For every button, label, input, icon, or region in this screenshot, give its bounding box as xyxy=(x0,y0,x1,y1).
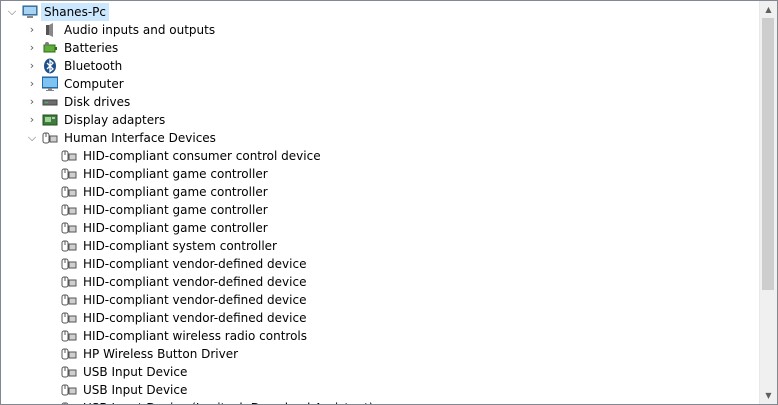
chevron-right-icon[interactable]: › xyxy=(26,93,38,111)
bluetooth-icon xyxy=(42,58,58,74)
chevron-down-icon[interactable]: ⌵ xyxy=(26,129,38,147)
device-manager-tree-view[interactable]: ⌵ Shanes-Pc › Audio inputs and outputs ›… xyxy=(0,0,778,405)
tree-device-label: USB Input Device (Logitech Download Assi… xyxy=(80,399,377,404)
chevron-down-icon[interactable]: ⌵ xyxy=(6,3,18,21)
hid-icon xyxy=(61,256,77,272)
hid-icon xyxy=(61,238,77,254)
hid-icon xyxy=(61,364,77,380)
chevron-right-icon[interactable]: › xyxy=(26,21,38,39)
tree-device-label: HID-compliant system controller xyxy=(83,239,277,253)
tree-category-computer[interactable]: › Computer xyxy=(1,75,760,93)
hid-icon xyxy=(61,328,77,344)
hid-icon xyxy=(61,184,77,200)
tree-device-item[interactable]: HID-compliant system controller xyxy=(1,237,760,255)
tree-device-item[interactable]: HID-compliant consumer control device xyxy=(1,147,760,165)
tree-device-item[interactable]: USB Input Device xyxy=(1,363,760,381)
hid-icon xyxy=(61,274,77,290)
tree-category-label: Human Interface Devices xyxy=(64,131,216,145)
tree-root-label: Shanes-Pc xyxy=(41,3,109,21)
tree-category-label: Display adapters xyxy=(64,113,166,127)
tree-category-label: Batteries xyxy=(64,41,119,55)
tree-device-label: HID-compliant game controller xyxy=(83,203,268,217)
tree-device-label: HID-compliant vendor-defined device xyxy=(83,311,307,325)
tree-device-label: USB Input Device xyxy=(83,383,188,397)
tree-device-label: HID-compliant vendor-defined device xyxy=(83,275,307,289)
battery-icon xyxy=(42,40,58,56)
tree-device-item[interactable]: HID-compliant vendor-defined device xyxy=(1,255,760,273)
hid-icon xyxy=(61,220,77,236)
tree-category-batteries[interactable]: › Batteries xyxy=(1,39,760,57)
chevron-right-icon[interactable]: › xyxy=(26,57,38,75)
tree-device-label: USB Input Device xyxy=(83,365,188,379)
hid-icon xyxy=(61,148,77,164)
tree-device-label: HID-compliant wireless radio controls xyxy=(83,329,308,343)
hid-icon xyxy=(61,166,77,182)
tree-category-disk-drives[interactable]: › Disk drives xyxy=(1,93,760,111)
scrollbar-thumb[interactable] xyxy=(762,18,774,290)
chevron-right-icon[interactable]: › xyxy=(26,111,38,129)
tree-device-label: HID-compliant consumer control device xyxy=(83,149,321,163)
speaker-icon xyxy=(42,22,58,38)
tree-device-label: HID-compliant vendor-defined device xyxy=(83,293,307,307)
tree-device-label: HID-compliant game controller xyxy=(83,185,268,199)
tree-category-display-adapters[interactable]: › Display adapters xyxy=(1,111,760,129)
tree-device-label: HID-compliant game controller xyxy=(83,167,268,181)
device-tree: ⌵ Shanes-Pc › Audio inputs and outputs ›… xyxy=(1,3,760,404)
hid-icon xyxy=(42,130,58,146)
chevron-right-icon[interactable]: › xyxy=(26,75,38,93)
hid-icon xyxy=(61,346,77,362)
tree-category-label: Bluetooth xyxy=(64,59,123,73)
tree-category-label: Computer xyxy=(64,77,124,91)
tree-device-item[interactable]: HID-compliant vendor-defined device xyxy=(1,309,760,327)
tree-device-item[interactable]: HID-compliant game controller xyxy=(1,201,760,219)
tree-root[interactable]: ⌵ Shanes-Pc xyxy=(1,3,760,21)
hid-icon xyxy=(61,292,77,308)
tree-device-item[interactable]: HID-compliant vendor-defined device xyxy=(1,273,760,291)
hid-icon xyxy=(61,310,77,326)
tree-device-item[interactable]: USB Input Device xyxy=(1,381,760,399)
scroll-up-icon[interactable]: ▲ xyxy=(760,1,777,18)
hid-icon xyxy=(61,400,77,404)
hid-icon xyxy=(61,382,77,398)
tree-device-item[interactable]: USB Input Device (Logitech Download Assi… xyxy=(1,399,760,404)
disk-drive-icon xyxy=(42,94,58,110)
tree-device-item[interactable]: HID-compliant wireless radio controls xyxy=(1,327,760,345)
chevron-right-icon[interactable]: › xyxy=(26,39,38,57)
tree-category-hid[interactable]: ⌵ Human Interface Devices xyxy=(1,129,760,147)
tree-category-label: Disk drives xyxy=(64,95,131,109)
vertical-scrollbar[interactable]: ▲ ▼ xyxy=(759,1,777,404)
monitor-icon xyxy=(41,76,59,92)
computer-icon xyxy=(22,4,38,20)
tree-device-item[interactable]: HID-compliant vendor-defined device xyxy=(1,291,760,309)
display-adapter-icon xyxy=(42,112,58,128)
tree-device-item[interactable]: HID-compliant game controller xyxy=(1,219,760,237)
tree-device-label: HP Wireless Button Driver xyxy=(83,347,239,361)
tree-device-item[interactable]: HP Wireless Button Driver xyxy=(1,345,760,363)
tree-device-item[interactable]: HID-compliant game controller xyxy=(1,165,760,183)
tree-device-label: HID-compliant vendor-defined device xyxy=(83,257,307,271)
tree-category-bluetooth[interactable]: › Bluetooth xyxy=(1,57,760,75)
tree-device-item[interactable]: HID-compliant game controller xyxy=(1,183,760,201)
hid-icon xyxy=(61,202,77,218)
tree-category-label: Audio inputs and outputs xyxy=(64,23,216,37)
scroll-down-icon[interactable]: ▼ xyxy=(760,387,777,404)
tree-category-audio[interactable]: › Audio inputs and outputs xyxy=(1,21,760,39)
tree-device-label: HID-compliant game controller xyxy=(83,221,268,235)
